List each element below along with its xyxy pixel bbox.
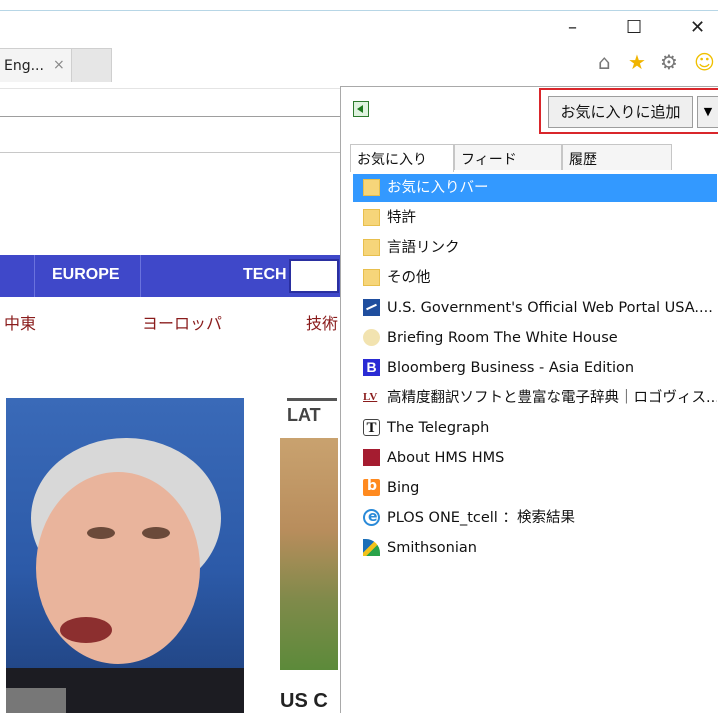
- list-item-label: その他: [387, 270, 431, 286]
- list-item-label: 言語リンク: [387, 240, 460, 256]
- list-item[interactable]: T The Telegraph: [353, 414, 717, 442]
- latest-heading-text: LAT: [287, 405, 321, 425]
- latest-heading: LAT: [287, 398, 337, 426]
- list-item[interactable]: 特許: [353, 204, 717, 232]
- tab-history[interactable]: 履歴: [562, 144, 672, 170]
- news-photo[interactable]: [6, 398, 244, 713]
- ie-page-icon: [363, 504, 380, 531]
- list-item[interactable]: B Bloomberg Business - Asia Edition: [353, 354, 717, 382]
- list-item-label: 高精度翻訳ソフトと豊富な電子辞典｜ロゴヴィス...: [387, 390, 717, 406]
- list-item-label: Bing: [387, 480, 420, 496]
- list-item-label: U.S. Government's Official Web Portal US…: [387, 300, 713, 316]
- list-item-label: PLOS ONE_tcell ：検索結果: [387, 510, 575, 526]
- white-house-seal-icon: [363, 329, 380, 346]
- page-divider: [0, 152, 340, 153]
- tab-title: Eng...: [4, 58, 44, 74]
- bloomberg-icon: B: [363, 359, 380, 376]
- nav-jp-europe[interactable]: ヨーロッパ: [142, 310, 222, 334]
- list-item[interactable]: お気に入りバー: [353, 174, 717, 202]
- nav-jp-middle-east[interactable]: 中東: [4, 310, 36, 334]
- list-item-label: The Telegraph: [387, 420, 490, 436]
- close-window-button[interactable]: ✕: [690, 18, 705, 38]
- hms-icon: [363, 449, 380, 466]
- list-item[interactable]: その他: [353, 264, 717, 292]
- window-top-border: [0, 10, 718, 11]
- tab-favorites[interactable]: お気に入り: [350, 144, 454, 172]
- maximize-button[interactable]: ☐: [626, 18, 642, 38]
- list-item[interactable]: U.S. Government's Official Web Portal US…: [353, 294, 717, 322]
- address-bar[interactable]: [0, 88, 340, 117]
- list-item-label: お気に入りバー: [387, 180, 489, 196]
- list-item[interactable]: Briefing Room The White House: [353, 324, 717, 352]
- settings-gear-icon[interactable]: ⚙: [660, 50, 678, 74]
- headline-fragment[interactable]: US C: [280, 690, 328, 713]
- folder-icon: [363, 239, 380, 256]
- list-item-label: Bloomberg Business - Asia Edition: [387, 360, 635, 376]
- minimize-button[interactable]: –: [568, 18, 577, 38]
- list-item-label: About HMS HMS: [387, 450, 505, 466]
- add-favorites-dropdown-button[interactable]: ▼: [697, 96, 718, 128]
- favorites-star-icon[interactable]: ★: [628, 50, 646, 74]
- nav-europe[interactable]: EUROPE: [52, 266, 120, 284]
- tab-feeds[interactable]: フィード: [454, 144, 562, 170]
- list-item[interactable]: LV 高精度翻訳ソフトと豊富な電子辞典｜ロゴヴィス...: [353, 384, 717, 412]
- browser-tab[interactable]: Eng... ×: [0, 48, 72, 82]
- add-to-favorites-button[interactable]: お気に入りに追加: [548, 96, 693, 128]
- site-search-input[interactable]: [289, 259, 339, 293]
- list-item[interactable]: Bing: [353, 474, 717, 502]
- usa-gov-icon: [363, 299, 380, 316]
- tab-close-icon[interactable]: ×: [53, 57, 65, 73]
- folder-icon: [363, 269, 380, 286]
- list-item-label: 特許: [387, 210, 416, 226]
- favorites-tabs: お気に入り フィード 履歴: [350, 144, 675, 172]
- nav-tech[interactable]: TECH: [243, 266, 287, 284]
- bing-icon: [363, 474, 380, 500]
- pin-panel-icon[interactable]: [353, 101, 369, 117]
- favorites-panel: お気に入りに追加 ▼ お気に入り フィード 履歴 お気に入りバー 特許 言語リン…: [340, 86, 718, 713]
- feedback-smiley-icon[interactable]: ☺: [694, 50, 715, 74]
- list-item[interactable]: 言語リンク: [353, 234, 717, 262]
- news-thumbnail[interactable]: [280, 438, 338, 670]
- smithsonian-icon: [363, 539, 380, 556]
- nav-jp-tech[interactable]: 技術: [306, 310, 338, 334]
- list-item-label: Briefing Room The White House: [387, 330, 618, 346]
- logovista-icon: LV: [363, 391, 378, 403]
- address-bar-top-border: [0, 88, 340, 89]
- folder-icon: [363, 209, 380, 226]
- telegraph-icon: T: [363, 419, 380, 436]
- folder-icon: [363, 179, 380, 196]
- list-item[interactable]: PLOS ONE_tcell ：検索結果: [353, 504, 717, 532]
- new-tab-button[interactable]: [72, 48, 112, 82]
- nav-separator: [34, 255, 35, 297]
- list-item-label: Smithsonian: [387, 540, 477, 556]
- home-icon[interactable]: ⌂: [598, 50, 611, 74]
- nav-separator: [140, 255, 141, 297]
- list-item[interactable]: About HMS HMS: [353, 444, 717, 472]
- site-nav-bar: EUROPE TECH: [0, 255, 340, 297]
- list-item[interactable]: Smithsonian: [353, 534, 717, 562]
